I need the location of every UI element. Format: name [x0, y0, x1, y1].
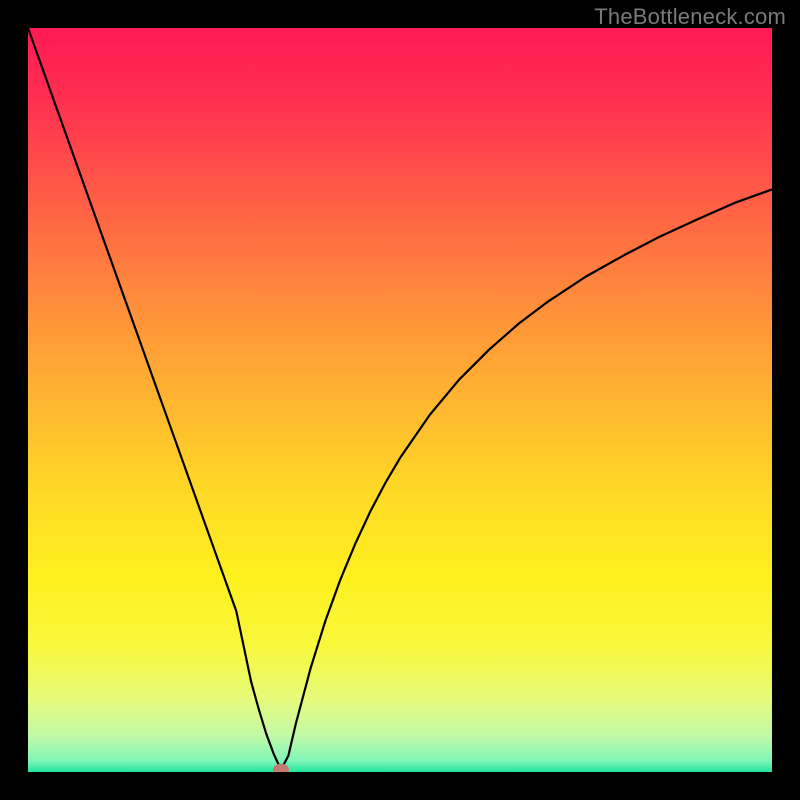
attribution-label: TheBottleneck.com: [594, 4, 786, 30]
chart-svg: [28, 28, 772, 772]
plot-area: [28, 28, 772, 772]
chart-frame: TheBottleneck.com: [0, 0, 800, 800]
gradient-background: [28, 28, 772, 772]
